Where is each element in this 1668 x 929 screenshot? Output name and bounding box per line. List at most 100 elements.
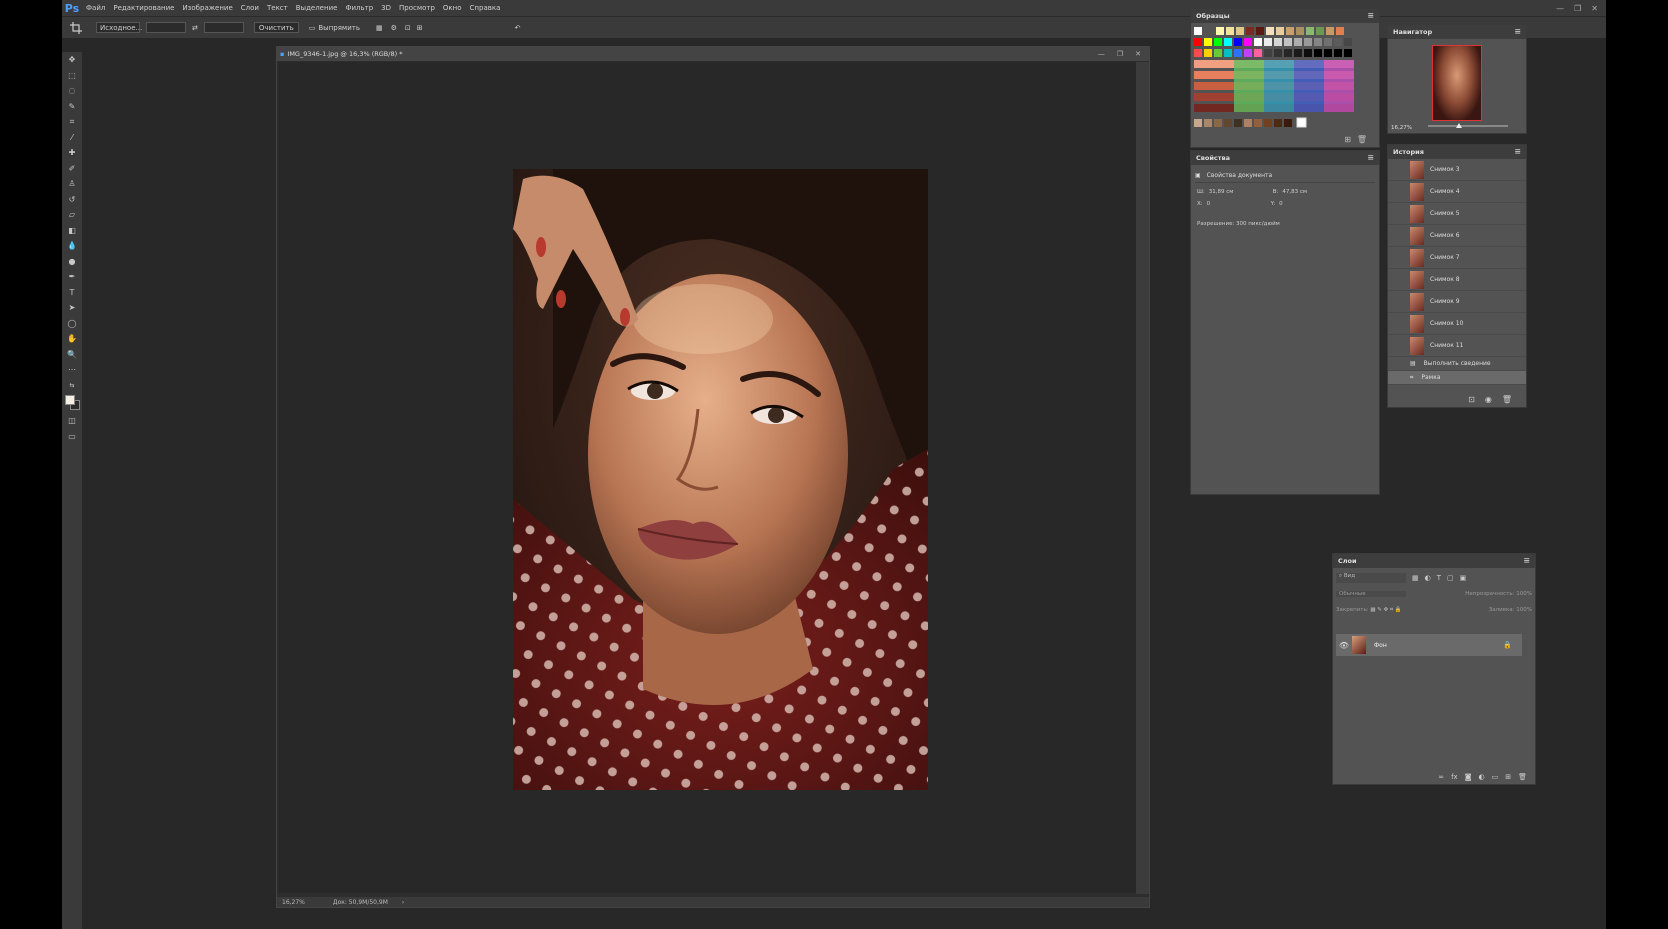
straighten-button[interactable]: Выпрямить (318, 21, 360, 34)
new-group-icon[interactable]: ▭ (1492, 773, 1499, 781)
menu-image[interactable]: Изображение (178, 4, 236, 12)
history-item[interactable]: Снимок 10 (1388, 313, 1526, 335)
type-tool-icon[interactable]: T (62, 285, 82, 301)
history-header[interactable]: История ≡ (1388, 145, 1526, 159)
layer-filter-select[interactable]: ⌕ Вид (1336, 573, 1406, 583)
blend-mode-select[interactable]: Обычные (1336, 591, 1406, 597)
menu-view[interactable]: Просмотр (395, 4, 439, 12)
add-mask-icon[interactable]: ◙ (1465, 773, 1472, 781)
gradient-tool-icon[interactable]: ◧ (62, 223, 82, 239)
history-item-active[interactable]: ⌗ Рамка (1388, 371, 1526, 385)
navigator-zoom[interactable]: 16,27% (1391, 125, 1412, 131)
default-colors-icon[interactable]: ⇆ (62, 378, 82, 394)
layer-style-icon[interactable]: fx (1451, 773, 1458, 781)
eyedropper-tool-icon[interactable]: ⁄ (62, 130, 82, 146)
properties-header[interactable]: Свойства ≡ (1191, 151, 1379, 165)
ratio-select[interactable]: Исходное... (96, 22, 142, 33)
history-item[interactable]: Снимок 4 (1388, 181, 1526, 203)
status-arrow-icon[interactable]: › (402, 899, 404, 906)
menu-filter[interactable]: Фильтр (341, 4, 377, 12)
swatch-grid[interactable] (1194, 27, 1374, 142)
navigator-menu-icon[interactable]: ≡ (1514, 27, 1521, 36)
delete-swatch-icon[interactable]: 🗑 (1357, 135, 1367, 144)
link-layers-icon[interactable]: ∞ (1438, 773, 1444, 781)
layer-row-background[interactable]: 👁 Фон 🔒 (1336, 634, 1522, 656)
canvas-area[interactable] (278, 62, 1136, 893)
dodge-tool-icon[interactable]: ● (62, 254, 82, 270)
screen-mode-icon[interactable]: ▭ (62, 429, 82, 445)
marquee-tool-icon[interactable]: ⬚ (62, 68, 82, 84)
history-item[interactable]: Снимок 3 (1388, 159, 1526, 181)
filter-adjust-icon[interactable]: ◐ (1425, 574, 1431, 582)
opacity-value[interactable]: 100% (1516, 591, 1532, 597)
zoom-tool-icon[interactable]: 🔍 (62, 347, 82, 363)
foreground-color[interactable] (65, 395, 75, 405)
filter-shape-icon[interactable]: ▢ (1447, 574, 1454, 582)
layer-name[interactable]: Фон (1374, 642, 1387, 649)
panel-menu-icon[interactable]: ≡ (1367, 11, 1374, 20)
brush-tool-icon[interactable]: ✐ (62, 161, 82, 177)
menu-edit[interactable]: Редактирование (109, 4, 178, 12)
filter-pixel-icon[interactable]: ▦ (1412, 574, 1419, 582)
grid-overlay-icon[interactable]: ▦ (376, 21, 383, 34)
navigator-header[interactable]: Навигатор ≡ (1388, 25, 1526, 39)
portrait-photo[interactable] (513, 169, 928, 790)
eraser-tool-icon[interactable]: ▱ (62, 207, 82, 223)
clear-button[interactable]: Очистить (253, 22, 299, 33)
crop-tool-icon[interactable]: ⌗ (62, 114, 82, 130)
history-item[interactable]: Снимок 5 (1388, 203, 1526, 225)
history-item[interactable]: Снимок 8 (1388, 269, 1526, 291)
vertical-scrollbar[interactable] (1136, 62, 1149, 894)
new-layer-icon[interactable]: ⊞ (1505, 773, 1511, 781)
history-item[interactable]: Снимок 9 (1388, 291, 1526, 313)
reset-icon[interactable]: ↶ (515, 21, 521, 34)
height-input[interactable] (203, 22, 244, 33)
history-item[interactable]: ▤ Выполнить сведение (1388, 357, 1526, 371)
navigator-zoom-slider[interactable] (1428, 123, 1508, 128)
content-aware-icon[interactable]: ⊞ (417, 21, 423, 34)
delete-cropped-icon[interactable]: ⊡ (405, 21, 411, 34)
close-icon[interactable]: ✕ (1591, 4, 1598, 13)
width-input[interactable] (146, 22, 186, 33)
height-value[interactable]: 47,83 см (1282, 189, 1307, 195)
layers-menu-icon[interactable]: ≡ (1523, 556, 1530, 565)
filter-type-icon[interactable]: T (1437, 574, 1441, 582)
settings-gear-icon[interactable]: ⚙ (391, 21, 397, 34)
more-tools-icon[interactable]: ⋯ (62, 362, 82, 378)
status-zoom[interactable]: 16,27% (282, 899, 305, 906)
menu-3d[interactable]: 3D (377, 4, 395, 12)
menu-file[interactable]: Файл (82, 4, 109, 12)
healing-brush-tool-icon[interactable]: ✚ (62, 145, 82, 161)
zoom-slider-handle[interactable] (1456, 123, 1462, 128)
doc-close-icon[interactable]: ✕ (1135, 50, 1141, 58)
snapshot-icon[interactable]: ◉ (1485, 395, 1492, 404)
lasso-tool-icon[interactable]: ◌ (62, 83, 82, 99)
history-menu-icon[interactable]: ≡ (1514, 147, 1521, 156)
navigator-thumbnail[interactable] (1432, 45, 1482, 121)
minimize-icon[interactable]: — (1556, 4, 1564, 13)
color-swatches[interactable] (62, 393, 82, 413)
menu-window[interactable]: Окно (439, 4, 466, 12)
menu-help[interactable]: Справка (466, 4, 505, 12)
new-swatch-icon[interactable]: ⊞ (1344, 135, 1351, 144)
history-item[interactable]: Снимок 6 (1388, 225, 1526, 247)
layer-visibility-eye-icon[interactable]: 👁 (1336, 641, 1352, 650)
adjustment-layer-icon[interactable]: ◐ (1479, 773, 1485, 781)
hand-tool-icon[interactable]: ✋ (62, 331, 82, 347)
blur-tool-icon[interactable]: 💧 (62, 238, 82, 254)
doc-minimize-icon[interactable]: — (1098, 50, 1105, 58)
history-brush-tool-icon[interactable]: ↺ (62, 192, 82, 208)
width-value[interactable]: 31,89 см (1209, 189, 1269, 195)
layers-header[interactable]: Слои ≡ (1333, 554, 1535, 568)
clone-stamp-tool-icon[interactable]: ♙ (62, 176, 82, 192)
doc-restore-icon[interactable]: ❐ (1117, 50, 1123, 58)
delete-layer-icon[interactable]: 🗑 (1518, 773, 1527, 781)
menu-text[interactable]: Текст (263, 4, 292, 12)
crop-tool-preset-icon[interactable] (70, 21, 82, 34)
history-item[interactable]: Снимок 11 (1388, 335, 1526, 357)
shape-tool-icon[interactable]: ◯ (62, 316, 82, 332)
menu-layers[interactable]: Слои (237, 4, 263, 12)
swatches-header[interactable]: Образцы ≡ (1191, 9, 1379, 23)
new-document-from-state-icon[interactable]: ⊡ (1468, 395, 1475, 404)
pen-tool-icon[interactable]: ✒ (62, 269, 82, 285)
